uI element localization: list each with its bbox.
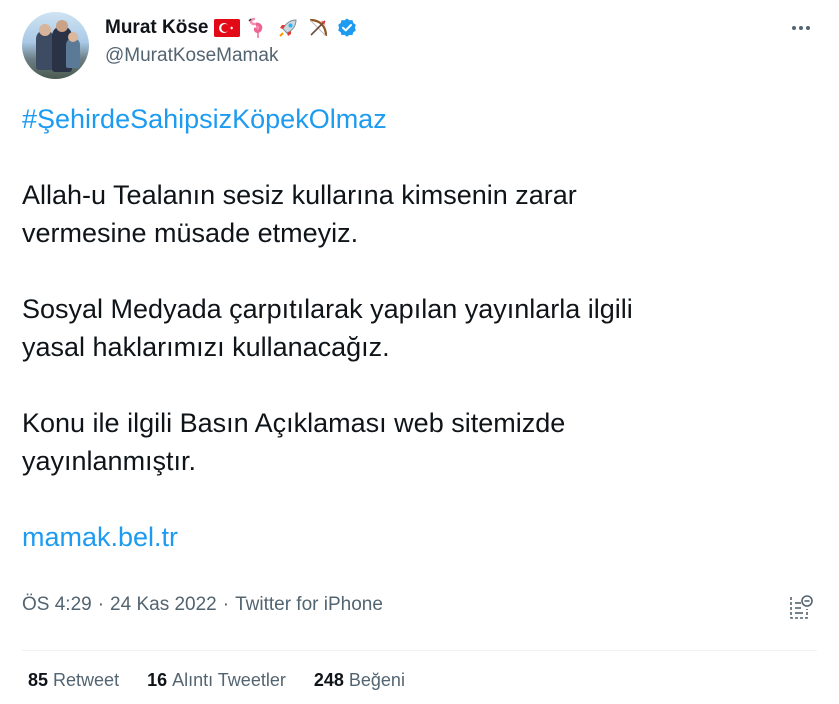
tweet-date[interactable]: 24 Kas 2022 — [110, 594, 217, 616]
turkish-flag-icon — [214, 19, 241, 37]
likes-stat[interactable]: 248 Beğeni — [314, 670, 405, 691]
likes-count: 248 — [313, 670, 344, 690]
website-link[interactable]: mamak.bel.tr — [22, 522, 178, 552]
tweet-paragraph-line: yasal haklarımızı kullanacağız. — [22, 332, 390, 362]
divider — [22, 650, 817, 651]
avatar-figure — [68, 32, 78, 42]
quotes-label: Alıntı Tweetler — [172, 670, 286, 690]
avatar-figure — [66, 38, 80, 68]
likes-label: Beğeni — [348, 670, 405, 690]
bow-and-arrow-icon — [306, 16, 330, 40]
rocket-icon — [276, 16, 300, 40]
tweet-paragraph-line: Allah-u Tealanın sesiz kullarına kimseni… — [22, 180, 577, 210]
separator-dot: · — [222, 594, 230, 615]
tweet-paragraph-line: Sosyal Medyada çarpıtılarak yapılan yayı… — [22, 294, 633, 324]
more-options-icon[interactable] — [789, 18, 813, 38]
view-tweet-activity-icon[interactable] — [788, 593, 814, 621]
retweets-label: Retweet — [53, 670, 120, 690]
author-avatar[interactable] — [22, 12, 89, 79]
quotes-count: 16 — [147, 670, 168, 690]
retweets-stat[interactable]: 85 Retweet — [28, 670, 119, 691]
retweets-count: 85 — [28, 670, 49, 690]
hashtag-link[interactable]: #ŞehirdeSahipsizKöpekOlmaz — [22, 104, 387, 134]
quote-tweets-stat[interactable]: 16 Alıntı Tweetler — [147, 670, 286, 691]
flamingo-icon — [246, 16, 270, 40]
avatar-figure — [39, 24, 51, 36]
tweet-paragraph-line: vermesine müsade etmeyiz. — [22, 218, 359, 248]
tweet-stats: 85 Retweet 16 Alıntı Tweetler 248 Beğeni — [28, 670, 405, 691]
tweet-text: #ŞehirdeSahipsizKöpekOlmaz Allah-u Teala… — [22, 100, 782, 556]
tweet-source[interactable]: Twitter for iPhone — [235, 594, 383, 616]
author-name-row[interactable]: Murat Köse — [105, 16, 358, 40]
tweet-paragraph-line: yayınlanmıştır. — [22, 446, 197, 476]
tweet-metadata: ÖS 4:29 · 24 Kas 2022 · Twitter for iPho… — [22, 594, 383, 616]
tweet-time[interactable]: ÖS 4:29 — [22, 594, 92, 616]
separator-dot: · — [97, 594, 105, 615]
tweet-paragraph-line: Konu ile ilgili Basın Açıklaması web sit… — [22, 408, 566, 438]
avatar-figure — [56, 20, 68, 32]
verified-badge-icon — [336, 17, 358, 39]
author-handle[interactable]: @MuratKoseMamak — [105, 45, 278, 67]
author-name[interactable]: Murat Köse — [105, 17, 208, 39]
